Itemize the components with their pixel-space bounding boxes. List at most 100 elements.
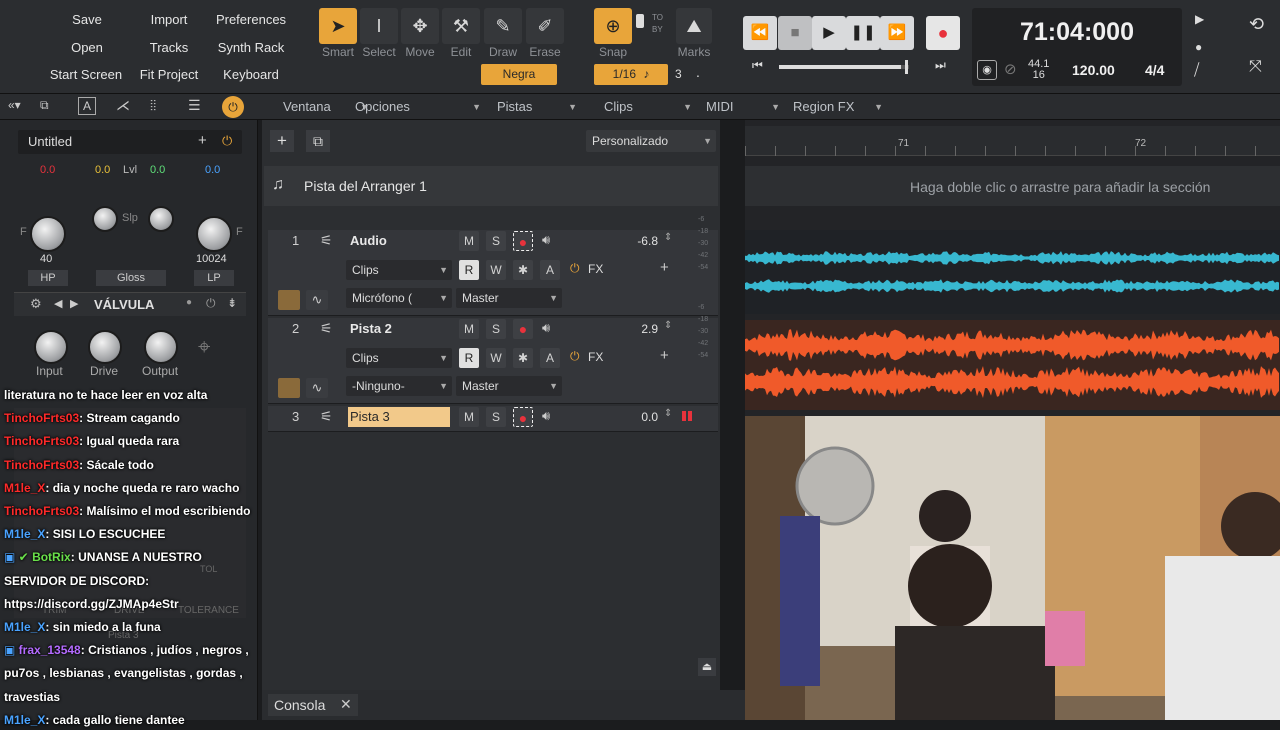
output-knob[interactable] [144, 330, 178, 364]
automation-icon[interactable]: ⋌ [116, 97, 130, 114]
read-button[interactable]: R [459, 260, 479, 280]
track-volume[interactable]: -6.8 [618, 234, 658, 248]
list-icon[interactable]: ☰ [188, 97, 201, 114]
preset-power-icon[interactable]: ⏻ [222, 133, 232, 149]
time-display[interactable]: 71:04:000 ◉ ⊘ 44.1 16 120.00 4/4 [972, 8, 1182, 86]
monitor-icon[interactable]: 🔊︎ [542, 232, 550, 248]
erase-tool-button[interactable]: ✐ [526, 8, 564, 44]
audio-engine-icon[interactable]: ◉ [977, 60, 997, 80]
pause-button[interactable]: ❚❚ [846, 16, 880, 50]
menu-clips[interactable]: Clips ▼ [604, 94, 692, 120]
read-button[interactable]: R [459, 348, 479, 368]
solo-button[interactable]: S [486, 319, 506, 339]
input-quantize-button[interactable]: ✱ [513, 348, 533, 368]
fx-prev-icon[interactable]: ◀ [54, 297, 62, 310]
auto-button[interactable]: A [540, 348, 560, 368]
drive-knob[interactable] [88, 330, 122, 364]
color-select[interactable]: Negra [481, 64, 557, 85]
record-arm-button[interactable]: ● [513, 319, 533, 339]
chat-username[interactable]: frax_13548 [19, 643, 81, 657]
timeline-ruler[interactable]: 71 72 [745, 126, 1280, 156]
track-mode-select[interactable]: Clips ▼ [346, 260, 452, 280]
fx-next-icon[interactable]: ▶ [70, 297, 78, 310]
track-name[interactable]: Audio [348, 231, 448, 251]
power-button[interactable]: ⏻ [222, 96, 244, 118]
tracks-button[interactable]: Tracks [138, 37, 200, 59]
metronome-icon[interactable]: ⧸ [1194, 62, 1199, 80]
chat-username[interactable]: TinchoFrts03 [4, 504, 79, 518]
track-type-icon[interactable]: ⚟ [320, 232, 333, 249]
volume-spin-icon[interactable]: ⇕ [664, 408, 672, 419]
chat-username[interactable]: TinchoFrts03 [4, 458, 79, 472]
fx-menu-icon[interactable]: ⇟ [227, 296, 237, 310]
chat-username[interactable]: M1le_X [4, 481, 45, 495]
view-select[interactable]: Personalizado ▼ [586, 130, 716, 152]
chat-username[interactable]: TinchoFrts03 [4, 411, 79, 425]
automation-lane-icon[interactable]: ∿ [306, 290, 328, 310]
go-start-icon[interactable]: ⏮ [752, 58, 763, 73]
save-button[interactable]: Save [58, 9, 116, 31]
add-preset-icon[interactable]: + [198, 132, 207, 149]
add-folder-button[interactable]: ⧉ [306, 130, 330, 152]
fx-settings-icon[interactable]: ⚙ [30, 296, 42, 312]
position-slider-handle[interactable] [905, 60, 908, 74]
track-row[interactable]: 2 ⚟ Pista 2 M S ● 🔊︎ 2.9 ⇕ Clips ▼ R W ✱ A ⏻ FX + -Ninguno… [268, 304, 718, 404]
snap-to-by-toggle[interactable] [636, 14, 644, 28]
meter-value[interactable]: 4/4 [1145, 62, 1164, 78]
add-track-button[interactable]: + [270, 130, 294, 152]
position-slider[interactable] [779, 60, 909, 74]
fx-power-icon[interactable]: ⏻ [206, 296, 216, 311]
mute-button[interactable]: M [459, 319, 479, 339]
collapse-tracks-icon[interactable]: ⏏ [698, 658, 716, 676]
audio-clip[interactable] [745, 230, 1280, 314]
draw-tool-button[interactable]: ✎ [484, 8, 522, 44]
open-button[interactable]: Open [58, 37, 116, 59]
monitor-icon[interactable]: 🔊︎ [542, 320, 550, 336]
record-arm-button[interactable]: ● [513, 231, 533, 251]
arranger-lane[interactable]: Haga doble clic o arrastre para añadir l… [745, 166, 1280, 206]
console-tab[interactable]: Consola ✕ [268, 694, 358, 716]
hp-button[interactable]: HP [28, 270, 68, 286]
preferences-button[interactable]: Preferences [210, 9, 292, 31]
loop-icon[interactable]: ⟲ [1249, 14, 1264, 35]
text-tool-icon[interactable]: A [78, 97, 96, 115]
fullscreen-icon[interactable]: ⤧ [1249, 58, 1262, 76]
track-mode-select[interactable]: Clips ▼ [346, 348, 452, 368]
track-folder-icon[interactable] [278, 290, 300, 310]
chat-username[interactable]: M1le_X [4, 527, 45, 541]
track-row[interactable]: 3 ⚟ Pista 3 M S ● 🔊︎ 0.0 ⇕ [268, 406, 718, 432]
write-button[interactable]: W [486, 348, 506, 368]
slope-knob-2[interactable] [148, 206, 174, 232]
input-knob[interactable] [34, 330, 68, 364]
fx-power-icon[interactable]: ⏻ [570, 261, 580, 276]
waveform-icon[interactable]: ⦙⦙ [150, 97, 156, 114]
input-select[interactable]: Micrófono (▼ [346, 288, 452, 308]
snap-value-select[interactable]: 1/16 ♪ [594, 64, 668, 85]
rewind-button[interactable]: ⏪ [743, 16, 777, 50]
monitor-icon[interactable]: 🔊︎ [542, 408, 550, 424]
fx-dot-icon[interactable]: ● [186, 297, 192, 308]
close-icon[interactable]: ✕ [340, 696, 352, 713]
track-name[interactable]: Pista 2 [348, 319, 448, 339]
smart-tool-button[interactable]: ➤ [319, 8, 357, 44]
edit-tool-button[interactable]: ⚒ [442, 8, 480, 44]
output-select[interactable]: Master ▼ [456, 288, 562, 308]
fx-power-icon[interactable]: ⏻ [570, 349, 580, 364]
write-button[interactable]: W [486, 260, 506, 280]
solo-button[interactable]: S [486, 407, 506, 427]
collapse-icon[interactable]: «▾ [8, 98, 21, 112]
record-arm-button[interactable]: ● [513, 407, 533, 427]
chat-username[interactable]: M1le_X [4, 620, 45, 634]
lp-knob[interactable] [196, 216, 232, 252]
record-small-icon[interactable]: ● [1195, 40, 1202, 54]
input-quantize-button[interactable]: ✱ [513, 260, 533, 280]
target-icon[interactable]: ⌖ [198, 334, 210, 360]
track-folder-icon[interactable] [278, 378, 300, 398]
automation-lane-icon[interactable]: ∿ [306, 378, 328, 398]
chat-username[interactable]: BotRix [32, 550, 71, 564]
fit-project-button[interactable]: Fit Project [134, 64, 204, 86]
mute-button[interactable]: M [459, 407, 479, 427]
track-name[interactable]: Pista 3 [348, 407, 450, 427]
lp-button[interactable]: LP [194, 270, 234, 286]
stop-button[interactable]: ■ [778, 16, 812, 50]
